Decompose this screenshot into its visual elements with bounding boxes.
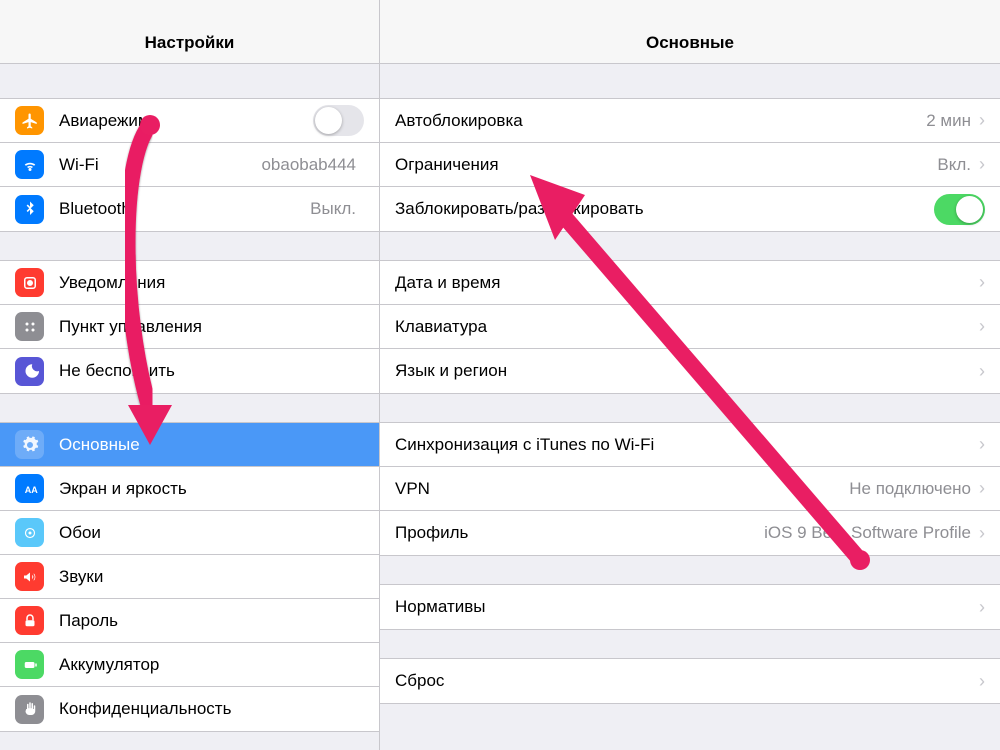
row-label: Заблокировать/разблокировать: [395, 199, 934, 219]
row-label: Ограничения: [395, 155, 937, 175]
row-regulatory[interactable]: Нормативы ›: [380, 585, 1000, 629]
row-profile[interactable]: Профиль iOS 9 Beta Software Profile ›: [380, 511, 1000, 555]
row-label: Дата и время: [395, 273, 979, 293]
sidebar-item-bluetooth[interactable]: Bluetooth Выкл.: [0, 187, 379, 231]
row-label: Профиль: [395, 523, 764, 543]
row-label: Пароль: [59, 611, 364, 631]
row-datetime[interactable]: Дата и время ›: [380, 261, 1000, 305]
chevron-right-icon: ›: [979, 434, 985, 455]
sidebar-item-privacy[interactable]: Конфиденциальность: [0, 687, 379, 731]
dnd-icon: [15, 357, 44, 386]
detail-group: Нормативы ›: [380, 584, 1000, 630]
row-reset[interactable]: Сброс ›: [380, 659, 1000, 703]
detail-group: Сброс ›: [380, 658, 1000, 704]
row-label: Автоблокировка: [395, 111, 926, 131]
lock-icon: [15, 606, 44, 635]
row-label: Язык и регион: [395, 361, 979, 381]
detail-navbar: Основные: [380, 0, 1000, 64]
row-label: Звуки: [59, 567, 364, 587]
sidebar-item-airplane[interactable]: Авиарежим: [0, 99, 379, 143]
sidebar-item-dnd[interactable]: Не беспокоить: [0, 349, 379, 393]
row-value: iOS 9 Beta Software Profile: [764, 523, 971, 543]
airplane-icon: [15, 106, 44, 135]
detail-title: Основные: [646, 33, 734, 53]
detail-pane: Основные Автоблокировка 2 мин › Ограниче…: [380, 0, 1000, 750]
sidebar-group: Основные AA Экран и яркость Обои Звуки П…: [0, 422, 379, 732]
row-label: Синхронизация с iTunes по Wi-Fi: [395, 435, 979, 455]
sidebar-title: Настройки: [145, 33, 235, 53]
wallpaper-icon: [15, 518, 44, 547]
row-label: Клавиатура: [395, 317, 979, 337]
sidebar-item-notifications[interactable]: Уведомления: [0, 261, 379, 305]
chevron-right-icon: ›: [979, 272, 985, 293]
sounds-icon: [15, 562, 44, 591]
row-language[interactable]: Язык и регион ›: [380, 349, 1000, 393]
bluetooth-icon: [15, 195, 44, 224]
sidebar-item-general[interactable]: Основные: [0, 423, 379, 467]
control-center-icon: [15, 312, 44, 341]
chevron-right-icon: ›: [979, 110, 985, 131]
row-label: Обои: [59, 523, 364, 543]
chevron-right-icon: ›: [979, 361, 985, 382]
sidebar-item-wifi[interactable]: Wi-Fi obaobab444: [0, 143, 379, 187]
sidebar-item-control-center[interactable]: Пункт управления: [0, 305, 379, 349]
row-value: Выкл.: [310, 199, 356, 219]
sidebar-content[interactable]: Авиарежим Wi-Fi obaobab444 Bluetooth Вык…: [0, 64, 379, 750]
sidebar-item-passcode[interactable]: Пароль: [0, 599, 379, 643]
row-value: 2 мин: [926, 111, 971, 131]
sidebar: Настройки Авиарежим Wi-Fi obaobab444 Blu…: [0, 0, 380, 750]
row-keyboard[interactable]: Клавиатура ›: [380, 305, 1000, 349]
sidebar-group: Уведомления Пункт управления Не беспокои…: [0, 260, 379, 394]
wifi-icon: [15, 150, 44, 179]
row-value: Вкл.: [937, 155, 971, 175]
detail-content[interactable]: Автоблокировка 2 мин › Ограничения Вкл. …: [380, 64, 1000, 750]
row-vpn[interactable]: VPN Не подключено ›: [380, 467, 1000, 511]
lockunlock-toggle[interactable]: [934, 194, 985, 225]
chevron-right-icon: ›: [979, 154, 985, 175]
row-label: Авиарежим: [59, 111, 313, 131]
row-itunes-sync[interactable]: Синхронизация с iTunes по Wi-Fi ›: [380, 423, 1000, 467]
row-restrictions[interactable]: Ограничения Вкл. ›: [380, 143, 1000, 187]
row-label: Нормативы: [395, 597, 979, 617]
detail-group: Автоблокировка 2 мин › Ограничения Вкл. …: [380, 98, 1000, 232]
row-label: Экран и яркость: [59, 479, 364, 499]
sidebar-group: Авиарежим Wi-Fi obaobab444 Bluetooth Вык…: [0, 98, 379, 232]
row-label: Конфиденциальность: [59, 699, 364, 719]
chevron-right-icon: ›: [979, 523, 985, 544]
row-label: Не беспокоить: [59, 361, 364, 381]
chevron-right-icon: ›: [979, 597, 985, 618]
hand-icon: [15, 695, 44, 724]
row-label: Уведомления: [59, 273, 364, 293]
sidebar-item-wallpaper[interactable]: Обои: [0, 511, 379, 555]
row-label: VPN: [395, 479, 849, 499]
row-label: Сброс: [395, 671, 979, 691]
chevron-right-icon: ›: [979, 671, 985, 692]
sidebar-navbar: Настройки: [0, 0, 379, 64]
chevron-right-icon: ›: [979, 316, 985, 337]
sidebar-item-battery[interactable]: Аккумулятор: [0, 643, 379, 687]
sidebar-item-display[interactable]: AA Экран и яркость: [0, 467, 379, 511]
row-value: obaobab444: [261, 155, 356, 175]
row-label: Wi-Fi: [59, 155, 261, 175]
row-autolock[interactable]: Автоблокировка 2 мин ›: [380, 99, 1000, 143]
detail-group: Синхронизация с iTunes по Wi-Fi › VPN Не…: [380, 422, 1000, 556]
airplane-toggle[interactable]: [313, 105, 364, 136]
row-label: Аккумулятор: [59, 655, 364, 675]
row-label: Пункт управления: [59, 317, 364, 337]
row-lockunlock[interactable]: Заблокировать/разблокировать: [380, 187, 1000, 231]
row-value: Не подключено: [849, 479, 971, 499]
notifications-icon: [15, 268, 44, 297]
row-label: Bluetooth: [59, 199, 310, 219]
sidebar-item-sounds[interactable]: Звуки: [0, 555, 379, 599]
chevron-right-icon: ›: [979, 478, 985, 499]
detail-group: Дата и время › Клавиатура › Язык и регио…: [380, 260, 1000, 394]
battery-icon: [15, 650, 44, 679]
display-icon: AA: [15, 474, 44, 503]
svg-text:AA: AA: [24, 484, 37, 494]
row-label: Основные: [59, 435, 364, 455]
gear-icon: [15, 430, 44, 459]
